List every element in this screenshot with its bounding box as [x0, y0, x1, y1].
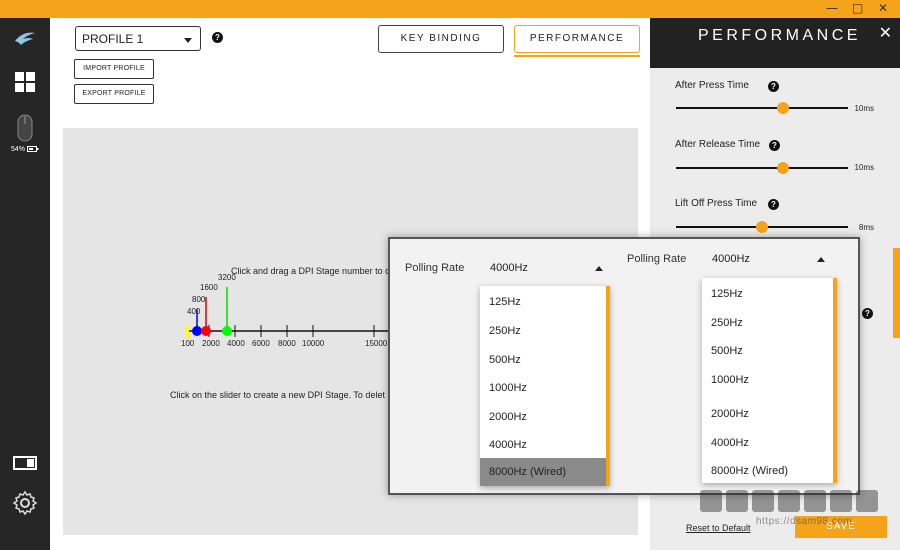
dropdown-scrollbar[interactable] — [833, 278, 837, 483]
battery-indicator: 54% — [0, 146, 50, 153]
polling-rate-value[interactable]: 4000Hz — [490, 262, 528, 274]
dropdown-option[interactable]: 4000Hz — [480, 433, 606, 457]
help-icon[interactable]: ? — [768, 81, 779, 92]
dropdown-option[interactable]: 250Hz — [480, 319, 606, 343]
after-release-label: After Release Time — [675, 139, 761, 150]
dropdown-option[interactable]: 125Hz — [480, 290, 606, 314]
dropdown-option[interactable]: 8000Hz (Wired) — [702, 459, 788, 483]
dpi-tick-label: 2000 — [202, 339, 220, 348]
dropdown-option[interactable]: 2000Hz — [480, 405, 606, 429]
dpi-stage-handle-1600 — [201, 326, 211, 336]
dropdown-option[interactable]: 250Hz — [702, 311, 743, 335]
dropdown-scrollbar[interactable] — [606, 286, 610, 486]
dpi-tick-label: 4000 — [227, 339, 245, 348]
watermark-text: https://dsam98.com — [756, 516, 853, 527]
profile-value: PROFILE 1 — [82, 32, 144, 46]
polling-rate-label: Polling Rate — [627, 253, 687, 265]
after-press-value: 10ms — [854, 104, 874, 113]
dpi-stage-handle-800 — [192, 326, 202, 336]
after-press-slider[interactable] — [676, 102, 848, 114]
import-profile-button[interactable]: IMPORT PROFILE — [74, 59, 154, 79]
lift-off-label: Lift Off Press Time — [675, 198, 758, 209]
help-icon[interactable]: ? — [212, 32, 223, 43]
after-press-label: After Press Time — [675, 80, 749, 91]
chevron-down-icon — [184, 38, 192, 43]
settings-icon[interactable] — [0, 489, 50, 517]
mouse-icon[interactable] — [0, 113, 50, 143]
polling-rate-dropdown-right[interactable]: 125Hz 250Hz 500Hz 1000Hz 2000Hz 4000Hz 8… — [702, 278, 837, 483]
close-window-button[interactable]: ✕ — [878, 2, 888, 14]
performance-header: PERFORMANCE ✕ — [650, 18, 900, 68]
polling-rate-dropdown-left[interactable]: 125Hz 250Hz 500Hz 1000Hz 2000Hz 4000Hz 8… — [480, 286, 610, 486]
polling-rate-label: Polling Rate — [405, 262, 465, 274]
dropdown-option[interactable]: 500Hz — [480, 348, 606, 372]
close-icon[interactable]: ✕ — [879, 26, 892, 42]
device-toggle-icon[interactable] — [0, 454, 50, 472]
dpi-tick-label: 10000 — [302, 339, 325, 348]
help-icon[interactable]: ? — [768, 199, 779, 210]
watermark-logo — [700, 490, 878, 512]
polling-rate-value[interactable]: 4000Hz — [712, 253, 750, 265]
dropdown-option[interactable]: 1000Hz — [702, 368, 749, 392]
after-release-slider[interactable] — [676, 162, 848, 174]
dropdown-option[interactable]: 1000Hz — [480, 376, 606, 400]
help-icon[interactable]: ? — [769, 140, 780, 151]
slider-thumb[interactable] — [776, 162, 789, 174]
minimize-button[interactable]: — — [826, 2, 838, 14]
dpi-tick-label: 8000 — [278, 339, 296, 348]
active-tab-indicator — [514, 55, 640, 57]
dpi-tick-label: 6000 — [252, 339, 270, 348]
polling-rate-overlay: Polling Rate 4000Hz 125Hz 250Hz 500Hz 10… — [388, 237, 860, 495]
dpi-tick-label: 15000 — [365, 339, 388, 348]
dropdown-option-selected[interactable]: 8000Hz (Wired) — [480, 458, 606, 486]
battery-icon — [26, 146, 39, 153]
dropdown-option[interactable]: 4000Hz — [702, 431, 749, 455]
dpi-create-hint: Click on the slider to create a new DPI … — [170, 390, 385, 400]
title-bar: — □ ✕ — [0, 0, 900, 18]
profile-select[interactable]: PROFILE 1 — [75, 26, 201, 51]
dropdown-option[interactable]: 500Hz — [702, 339, 743, 363]
lift-off-value: 8ms — [858, 223, 874, 232]
dpi-tick-label: 100 — [181, 339, 195, 348]
maximize-button[interactable]: □ — [852, 2, 863, 14]
chevron-up-icon[interactable] — [817, 257, 825, 262]
after-release-value: 10ms — [854, 163, 874, 172]
dropdown-option[interactable]: 2000Hz — [702, 402, 749, 426]
dpi-stage-handle-3200 — [222, 326, 232, 336]
lift-off-slider[interactable] — [676, 221, 848, 233]
grid-icon[interactable] — [0, 70, 50, 94]
chevron-up-icon[interactable] — [595, 266, 603, 271]
export-profile-button[interactable]: EXPORT PROFILE — [74, 84, 154, 104]
battery-percent: 54% — [11, 146, 26, 153]
tab-key-binding[interactable]: KEY BINDING — [378, 25, 504, 53]
dropdown-option[interactable]: 125Hz — [702, 282, 743, 306]
sidebar: 54% — [0, 18, 50, 550]
watermark: https://dsam98.com — [700, 488, 880, 528]
help-icon[interactable]: ? — [862, 308, 873, 319]
logo-icon — [0, 26, 50, 50]
slider-thumb[interactable] — [756, 221, 768, 233]
performance-scrollbar[interactable] — [893, 248, 900, 338]
slider-thumb[interactable] — [776, 102, 789, 114]
tab-performance[interactable]: PERFORMANCE — [514, 25, 640, 53]
performance-title: PERFORMANCE — [698, 27, 861, 44]
